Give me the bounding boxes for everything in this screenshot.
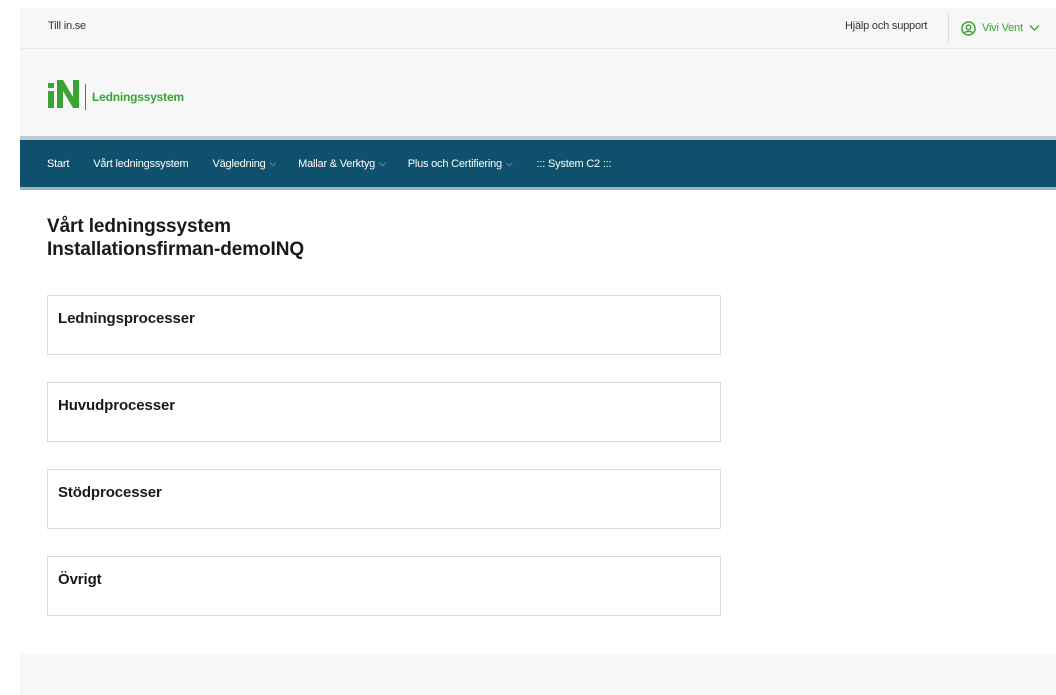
- nav-item-label: Start: [47, 157, 70, 170]
- page-title-line2: Installationsfirman-demoINQ: [47, 239, 305, 260]
- chevron-down-icon: ⌵: [379, 158, 386, 168]
- user-menu[interactable]: Vivi Vent: [961, 18, 1040, 38]
- nav-item-vagledning[interactable]: Vägledning ⌵: [212, 158, 276, 170]
- logo-text: Ledningssystem: [92, 89, 184, 104]
- process-sections: Ledningsprocesser Huvudprocesser Stödpro…: [47, 295, 721, 643]
- section-stodprocesser[interactable]: Stödprocesser: [47, 469, 721, 529]
- nav-item-label: Vårt ledningssystem: [93, 157, 189, 170]
- section-label: Övrigt: [58, 571, 102, 588]
- footer-band: [20, 654, 1056, 695]
- site-logo[interactable]: Ledningssystem: [47, 79, 184, 114]
- user-circle-icon: [961, 20, 976, 36]
- section-huvudprocesser[interactable]: Huvudprocesser: [47, 382, 721, 442]
- logo-separator: [85, 83, 86, 110]
- section-ovrigt[interactable]: Övrigt: [47, 556, 721, 616]
- topbar-divider: [948, 14, 949, 43]
- nav-item-system-c2[interactable]: ::: System C2 :::: [537, 158, 612, 170]
- nav-item-plus-certifiering[interactable]: Plus och Certifiering ⌵: [408, 158, 513, 170]
- main-navigation: Start Vårt ledningssystem Vägledning ⌵ M…: [20, 140, 1056, 190]
- nav-item-label: Plus och Certifiering: [407, 157, 502, 170]
- top-utility-bar: Till in.se Hjälp och support Vivi Vent: [20, 8, 1056, 49]
- page-title: Vårt ledningssystem Installationsfirman-…: [47, 215, 304, 261]
- chevron-down-icon: ⌵: [269, 158, 277, 168]
- in-logo-mark: [47, 79, 81, 114]
- nav-item-label: ::: System C2 :::: [536, 157, 612, 170]
- user-name: Vivi Vent: [982, 22, 1023, 34]
- page-heading: Vårt ledningssystem Installationsfirman-…: [47, 215, 304, 261]
- nav-item-label: Mallar & Verktyg: [298, 157, 376, 170]
- nav-item-mallar-verktyg[interactable]: Mallar & Verktyg ⌵: [298, 158, 386, 170]
- section-label: Huvudprocesser: [58, 397, 175, 414]
- chevron-down-icon: ⌵: [505, 158, 513, 168]
- section-ledningsprocesser[interactable]: Ledningsprocesser: [47, 295, 721, 355]
- nav-item-start[interactable]: Start: [47, 158, 69, 170]
- nav-item-label: Vägledning: [212, 157, 266, 170]
- chevron-down-icon: [1029, 24, 1040, 32]
- back-to-in-link[interactable]: Till in.se: [48, 20, 86, 32]
- section-label: Stödprocesser: [58, 484, 162, 501]
- brand-header: Ledningssystem: [20, 49, 1056, 136]
- nav-item-vart-ledningssystem[interactable]: Vårt ledningssystem: [93, 158, 188, 170]
- section-label: Ledningsprocesser: [58, 310, 195, 327]
- page-title-line1: Vårt ledningssystem: [47, 216, 231, 237]
- help-support-link[interactable]: Hjälp och support: [845, 20, 927, 32]
